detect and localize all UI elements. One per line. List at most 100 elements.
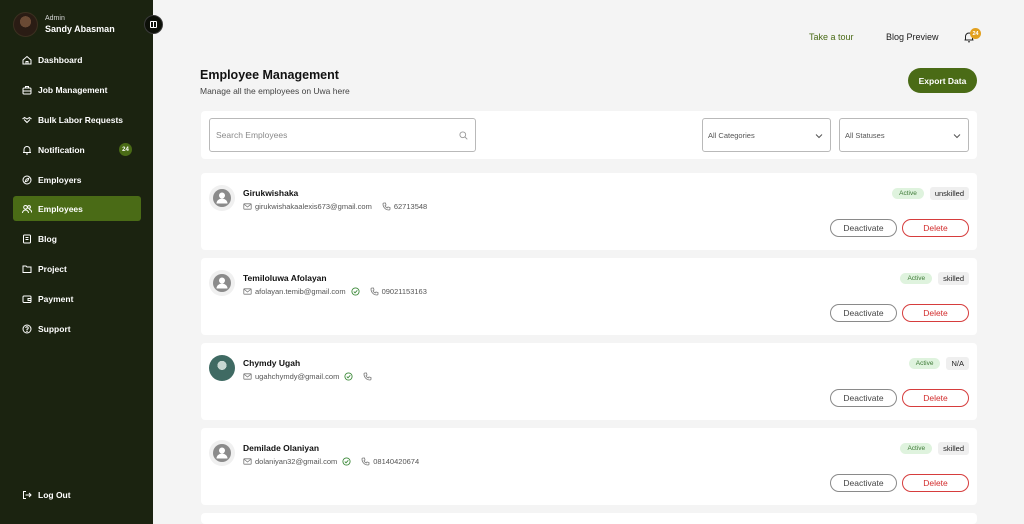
- chevron-down-icon: [815, 134, 823, 139]
- verified-icon: [344, 372, 353, 381]
- user-placeholder-icon: [213, 189, 231, 207]
- employee-contact: afolayan.temib@gmail.com 09021153163: [243, 287, 427, 296]
- sidebar-item-label: Employers: [38, 174, 82, 185]
- delete-button[interactable]: Delete: [902, 304, 969, 322]
- employee-phone-number: 62713548: [393, 202, 428, 211]
- verified-icon: [342, 457, 351, 466]
- sidebar-item-label: Notification: [38, 144, 85, 155]
- compass-icon: [22, 175, 32, 185]
- home-icon: [22, 55, 32, 65]
- sidebar-item-label: Payment: [38, 293, 74, 304]
- sidebar-item-label: Blog: [38, 233, 57, 244]
- status-badge: Active: [900, 273, 933, 284]
- bell-icon: [22, 145, 32, 155]
- delete-button[interactable]: Delete: [902, 219, 969, 237]
- mail-icon: [243, 202, 252, 211]
- status-select[interactable]: All Statuses: [839, 118, 969, 152]
- handshake-icon: [22, 115, 32, 125]
- deactivate-button[interactable]: Deactivate: [830, 474, 897, 492]
- logout-button[interactable]: Log Out: [13, 482, 141, 507]
- sidebar-item-label: Employees: [38, 203, 83, 214]
- notification-count-badge: 24: [970, 28, 981, 39]
- deactivate-button[interactable]: Deactivate: [830, 389, 897, 407]
- blog-preview-link[interactable]: Blog Preview: [886, 32, 939, 42]
- employee-phone-number: 09021153163: [381, 287, 427, 296]
- logout-icon: [22, 490, 32, 500]
- profile-name: Sandy Abasman: [45, 23, 115, 34]
- mail-icon: [243, 457, 252, 466]
- employee-contact: ugahchymdy@gmail.com: [243, 372, 375, 381]
- skill-badge: skilled: [938, 442, 969, 455]
- employee-phone: 09021153163: [370, 287, 427, 296]
- sidebar-item-notification[interactable]: Notification 24: [13, 137, 141, 162]
- avatar: [209, 440, 235, 466]
- employee-tags: Active skilled: [900, 442, 969, 455]
- sidebar-item-project[interactable]: Project: [13, 256, 141, 281]
- avatar: [13, 12, 38, 37]
- sidebar-item-support[interactable]: Support: [13, 316, 141, 341]
- sidebar-item-label: Support: [38, 323, 71, 334]
- sidebar-item-label: Dashboard: [38, 54, 83, 65]
- sidebar-toggle-icon: [150, 21, 157, 28]
- deactivate-button[interactable]: Deactivate: [830, 219, 897, 237]
- deactivate-button[interactable]: Deactivate: [830, 304, 897, 322]
- filter-bar: All Categories All Statuses: [201, 111, 977, 159]
- employee-name: Girukwishaka: [243, 188, 299, 198]
- users-icon: [22, 204, 32, 214]
- category-select[interactable]: All Categories: [702, 118, 831, 152]
- search-input[interactable]: [216, 130, 451, 140]
- book-icon: [22, 234, 32, 244]
- collapse-sidebar-button[interactable]: [144, 15, 163, 34]
- help-icon: [22, 324, 32, 334]
- skill-badge: skilled: [938, 272, 969, 285]
- employee-email: girukwishakaalexis673@gmail.com: [255, 202, 372, 211]
- phone-icon: [382, 202, 391, 211]
- employee-email: ugahchymdy@gmail.com: [255, 372, 340, 381]
- search-box: [209, 118, 476, 152]
- export-data-button[interactable]: Export Data: [908, 68, 977, 93]
- skill-badge: N/A: [946, 357, 969, 370]
- employee-phone: [363, 372, 375, 381]
- briefcase-icon: [22, 85, 32, 95]
- profile[interactable]: Admin Sandy Abasman: [13, 12, 115, 37]
- user-placeholder-icon: [213, 274, 231, 292]
- sidebar-item-label: Bulk Labor Requests: [38, 114, 124, 125]
- employee-name: Temiloluwa Afolayan: [243, 273, 327, 283]
- sidebar-item-blog[interactable]: Blog: [13, 226, 141, 251]
- delete-button[interactable]: Delete: [902, 474, 969, 492]
- phone-icon: [370, 287, 379, 296]
- sidebar-item-payment[interactable]: Payment: [13, 286, 141, 311]
- employee-email: dolaniyan32@gmail.com: [255, 457, 338, 466]
- employee-card: Girukwishaka girukwishakaalexis673@gmail…: [201, 173, 977, 250]
- profile-role: Admin: [45, 14, 65, 22]
- folder-icon: [22, 264, 32, 274]
- employee-contact: dolaniyan32@gmail.com 08140420674: [243, 457, 419, 466]
- employee-contact: girukwishakaalexis673@gmail.com 62713548: [243, 202, 427, 211]
- take-tour-link[interactable]: Take a tour: [809, 32, 854, 42]
- notification-badge: 24: [119, 143, 132, 156]
- status-badge: Active: [892, 188, 924, 199]
- employee-card: [201, 513, 977, 524]
- sidebar-item-job-management[interactable]: Job Management: [13, 77, 141, 102]
- sidebar-item-label: Job Management: [38, 84, 108, 95]
- employee-card: Temiloluwa Afolayan afolayan.temib@gmail…: [201, 258, 977, 335]
- status-badge: Active: [900, 443, 933, 454]
- page-title: Employee Management: [200, 68, 339, 82]
- sidebar-item-employees[interactable]: Employees: [13, 196, 141, 221]
- employee-name: Demilade Olaniyan: [243, 443, 320, 453]
- employee-tags: Active N/A: [908, 357, 969, 370]
- employee-phone: 62713548: [382, 202, 427, 211]
- avatar: [209, 185, 235, 211]
- employee-card: Chymdy Ugah ugahchymdy@gmail.com Active …: [201, 343, 977, 420]
- sidebar: Admin Sandy Abasman Dashboard Job Manage…: [0, 0, 153, 524]
- employee-name: Chymdy Ugah: [243, 358, 301, 368]
- delete-button[interactable]: Delete: [902, 389, 969, 407]
- mail-icon: [243, 287, 252, 296]
- employee-tags: Active unskilled: [892, 187, 969, 200]
- sidebar-item-employers[interactable]: Employers: [13, 167, 141, 192]
- employee-tags: Active skilled: [900, 272, 969, 285]
- skill-badge: unskilled: [929, 187, 969, 200]
- sidebar-item-bulk-labor-requests[interactable]: Bulk Labor Requests: [13, 107, 141, 132]
- logout-label: Log Out: [38, 489, 71, 500]
- sidebar-item-dashboard[interactable]: Dashboard: [13, 47, 141, 72]
